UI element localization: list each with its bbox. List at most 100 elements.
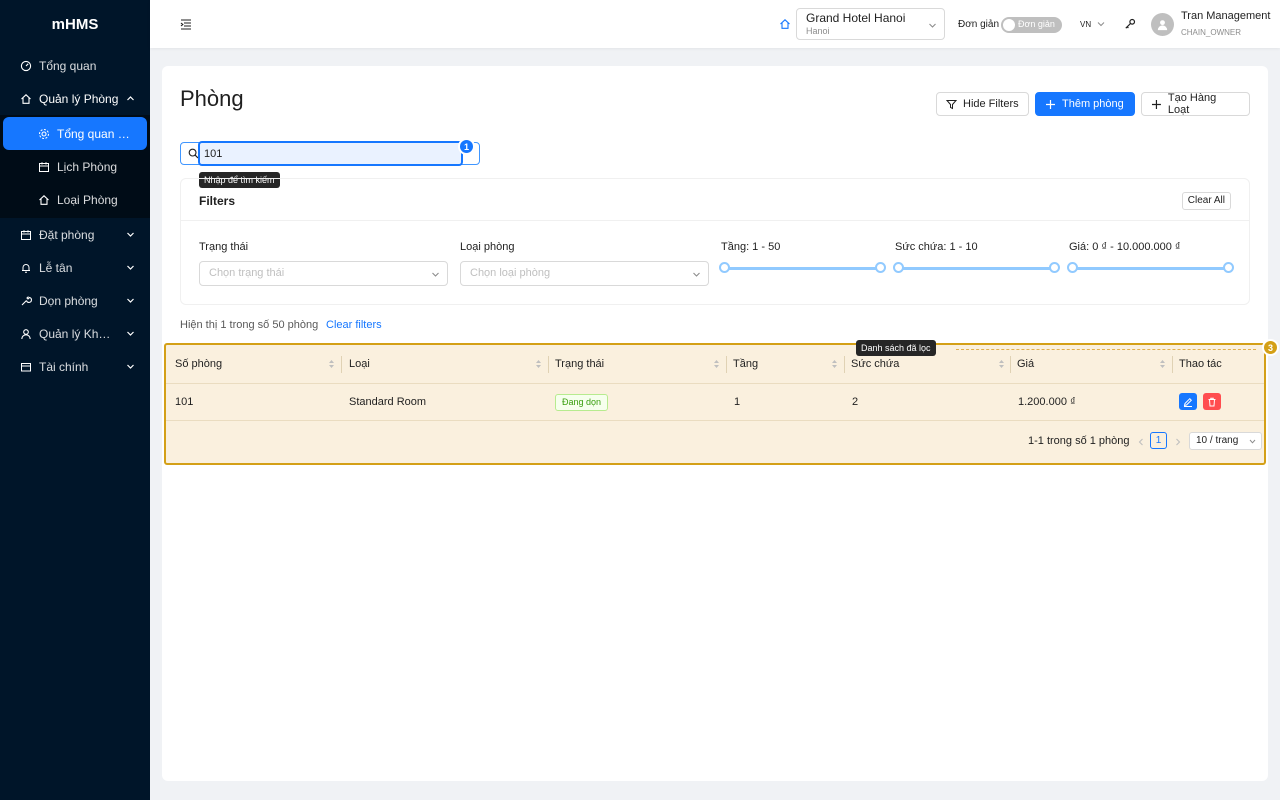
room-type-select[interactable]: Chọn loại phòng: [460, 261, 709, 286]
top-header: Grand Hotel Hanoi Hanoi Đơn giản Đơn giả…: [150, 0, 1280, 48]
calendar-icon: [38, 161, 50, 173]
chevron-down-icon: [1097, 22, 1105, 27]
price-slider[interactable]: [1067, 262, 1234, 274]
add-room-label: Thêm phòng: [1062, 98, 1124, 110]
result-summary: Hiện thị 1 trong số 50 phòng: [180, 319, 319, 331]
column-header-actions: Thao tác: [1179, 358, 1222, 370]
key-icon[interactable]: [1124, 18, 1136, 30]
column-header-room-number[interactable]: Số phòng: [175, 358, 222, 370]
bulk-create-button[interactable]: Tạo Hàng Loạt: [1141, 92, 1250, 116]
slider-handle-min[interactable]: [719, 262, 730, 273]
cell-floor: 1: [734, 396, 741, 408]
chevron-down-icon: [127, 331, 134, 336]
chevron-down-icon: [929, 23, 936, 28]
cell-capacity: 2: [852, 396, 859, 408]
sidebar-item-reception[interactable]: Lễ tân: [0, 251, 150, 284]
page-size-value: 10 / trang: [1196, 435, 1239, 446]
capacity-slider[interactable]: [893, 262, 1060, 274]
chevron-up-icon: [127, 96, 134, 101]
sidebar-item-label: Lịch Phòng: [57, 159, 118, 174]
plus-icon: [1046, 99, 1055, 109]
bulk-create-label: Tạo Hàng Loạt: [1167, 92, 1217, 116]
sort-icon[interactable]: [831, 359, 838, 369]
column-separator: [1010, 356, 1011, 373]
filters-title: Filters: [199, 194, 236, 208]
sidebar-item-guests[interactable]: Quản lý Khách ...: [0, 317, 150, 350]
simple-mode-switch[interactable]: Đơn giản: [1001, 17, 1062, 33]
sidebar-item-label: Tổng quan: [39, 58, 97, 73]
avatar[interactable]: [1151, 13, 1174, 36]
sidebar-item-overview[interactable]: Tổng quan: [0, 49, 150, 82]
sort-icon[interactable]: [1159, 359, 1166, 369]
chevron-down-icon: [432, 272, 439, 277]
column-separator: [548, 356, 549, 373]
sort-icon[interactable]: [713, 359, 720, 369]
delete-room-button[interactable]: [1203, 393, 1221, 410]
tool-icon: [20, 295, 32, 307]
mode-label: Đơn giản: [958, 19, 1000, 30]
wallet-icon: [20, 361, 32, 373]
room-submenu: Tổng quan Ph... Lịch Phòng Loại Phòng: [0, 115, 150, 218]
clear-filters-link[interactable]: Clear filters: [326, 319, 382, 331]
step-marker-3: 3: [1262, 339, 1279, 356]
switch-text: Đơn giản: [1018, 19, 1055, 29]
slider-handle-max[interactable]: [875, 262, 886, 273]
column-header-floor[interactable]: Tầng: [733, 358, 758, 370]
column-separator: [726, 356, 727, 373]
column-header-type[interactable]: Loại: [349, 358, 370, 370]
user-name: Tran Management: [1181, 10, 1271, 22]
user-icon: [20, 328, 32, 340]
status-select[interactable]: Chọn trạng thái: [199, 261, 448, 286]
column-header-status[interactable]: Trạng thái: [555, 358, 604, 370]
hotel-select[interactable]: Grand Hotel Hanoi Hanoi: [796, 8, 945, 40]
sort-icon[interactable]: [328, 359, 335, 369]
slider-handle-max[interactable]: [1223, 262, 1234, 273]
slider-track: [1072, 267, 1229, 270]
pagination-current-page[interactable]: 1: [1150, 432, 1167, 449]
page-size-select[interactable]: 10 / trang: [1189, 432, 1262, 450]
filters-panel: Filters Clear All Trạng thái Chọn trạng …: [180, 178, 1250, 305]
bell-icon: [20, 262, 32, 274]
search-input[interactable]: [198, 141, 463, 166]
type-filter-label: Loại phòng: [460, 241, 515, 253]
sidebar-item-housekeeping[interactable]: Dọn phòng: [0, 284, 150, 317]
sidebar-item-room-overview[interactable]: Tổng quan Ph...: [3, 117, 147, 150]
table-header: Số phòng Loại Trạng thái Tầng Sức chứa G…: [166, 345, 1264, 384]
chevron-right-icon[interactable]: [1174, 438, 1182, 446]
sidebar-item-booking[interactable]: Đặt phòng: [0, 218, 150, 251]
plus-icon: [1151, 99, 1161, 109]
floor-slider[interactable]: [719, 262, 886, 274]
chevron-left-icon[interactable]: [1137, 438, 1145, 446]
column-header-price[interactable]: Giá: [1017, 358, 1034, 370]
slider-handle-min[interactable]: [1067, 262, 1078, 273]
add-room-button[interactable]: Thêm phòng: [1035, 92, 1135, 116]
calendar-icon: [20, 229, 32, 241]
chevron-down-icon: [127, 364, 134, 369]
clear-all-button[interactable]: Clear All: [1181, 192, 1231, 210]
filtered-list-tooltip: Danh sách đã lọc: [856, 340, 936, 356]
edit-room-button[interactable]: [1179, 393, 1197, 410]
sidebar-item-label: Quản lý Phòng: [39, 91, 119, 106]
user-role: CHAIN_OWNER: [1181, 28, 1242, 37]
sort-icon[interactable]: [535, 359, 542, 369]
column-header-capacity[interactable]: Sức chứa: [851, 358, 899, 370]
sidebar-item-room-management[interactable]: Quản lý Phòng: [0, 82, 150, 115]
menu-fold-icon[interactable]: [180, 18, 192, 30]
chevron-down-icon: [693, 272, 700, 277]
sidebar-item-room-calendar[interactable]: Lịch Phòng: [0, 150, 150, 183]
price-filter-label: Giá: 0 ₫ - 10.000.000 ₫: [1069, 241, 1181, 253]
sidebar-item-room-types[interactable]: Loại Phòng: [0, 183, 150, 216]
slider-handle-max[interactable]: [1049, 262, 1060, 273]
floor-filter-label: Tầng: 1 - 50: [721, 241, 781, 253]
sidebar-item-finance[interactable]: Tài chính: [0, 350, 150, 383]
page-title: Phòng: [180, 86, 244, 111]
cell-price: 1.200.000 ₫: [1018, 396, 1076, 408]
language-select[interactable]: VN: [1080, 20, 1091, 29]
table-row[interactable]: 101 Standard Room Đang dọn 1 2 1.200.000…: [166, 384, 1264, 421]
sort-icon[interactable]: [998, 359, 1005, 369]
step-marker-1: 1: [458, 138, 475, 155]
app-logo: mHMS: [51, 15, 99, 33]
hide-filters-button[interactable]: Hide Filters: [936, 92, 1029, 116]
chevron-down-icon: [127, 232, 134, 237]
slider-handle-min[interactable]: [893, 262, 904, 273]
